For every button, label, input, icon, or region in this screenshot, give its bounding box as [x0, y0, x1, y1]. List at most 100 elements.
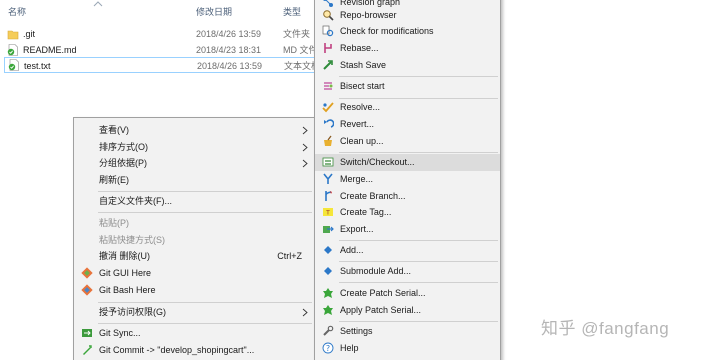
git-clean-file-icon: [7, 44, 18, 56]
menu-item-revert[interactable]: Revert...: [315, 116, 500, 133]
settings-icon: [323, 325, 334, 336]
menu-item-label: 授予访问权限(G): [99, 307, 166, 317]
menu-item-create-tag[interactable]: T Create Tag...: [315, 204, 500, 221]
git-commit-icon: [83, 345, 92, 355]
rebase-icon: [324, 43, 332, 53]
menu-item-label: Help: [340, 343, 359, 353]
menu-item-sort-by[interactable]: 排序方式(O): [74, 139, 314, 156]
menu-item-create-patch-serial[interactable]: Create Patch Serial...: [315, 285, 500, 302]
menu-separator: [98, 212, 312, 213]
menu-separator: [98, 191, 312, 192]
menu-item-grant-access[interactable]: 授予访问权限(G): [74, 304, 314, 321]
chevron-right-icon: [302, 308, 308, 317]
menu-item-help[interactable]: ? Help: [315, 340, 500, 357]
menu-item-label: Git GUI Here: [99, 268, 152, 278]
submodule-add-icon: [324, 267, 332, 275]
menu-item-git-sync[interactable]: Git Sync...: [74, 325, 314, 342]
menu-item-label: Apply Patch Serial...: [340, 305, 422, 315]
tortoisegit-submenu: Revision graph Repo-browser Check for mo…: [314, 0, 501, 360]
menu-item-resolve[interactable]: Resolve...: [315, 99, 500, 116]
menu-item-paste-shortcut[interactable]: 粘贴快捷方式(S): [74, 232, 314, 249]
column-header-type[interactable]: 类型: [283, 0, 301, 24]
menu-item-label: Clean up...: [340, 136, 384, 146]
file-name: README.md: [23, 45, 77, 55]
menu-item-label: Repo-browser: [340, 10, 397, 20]
merge-icon: [323, 173, 333, 184]
menu-item-customize-folder[interactable]: 自定义文件夹(F)...: [74, 193, 314, 210]
svg-text:?: ?: [326, 344, 330, 353]
menu-item-label: Rebase...: [340, 43, 379, 53]
export-icon: [323, 226, 334, 233]
menu-item-paste[interactable]: 粘贴(P): [74, 215, 314, 232]
menu-item-git-bash[interactable]: Git Bash Here: [74, 282, 314, 299]
svg-text:T: T: [325, 210, 330, 217]
menu-item-label: Git Commit -> "develop_shopingcart"...: [99, 345, 255, 355]
menu-item-label: Git Sync...: [99, 328, 141, 338]
stash-save-icon: [323, 60, 333, 70]
column-header-name[interactable]: 名称: [8, 0, 26, 24]
git-gui-icon: [81, 267, 93, 279]
menu-separator: [339, 152, 498, 153]
menu-item-label: Resolve...: [340, 102, 381, 112]
menu-item-label: Create Tag...: [340, 207, 392, 217]
create-branch-icon: [325, 191, 332, 201]
sort-ascending-icon: [93, 1, 103, 7]
menu-item-submodule-add[interactable]: Submodule Add...: [315, 263, 500, 280]
menu-item-stash-save[interactable]: Stash Save: [315, 57, 500, 74]
file-row-test-txt[interactable]: test.txt 2018/4/26 13:59 文本文档: [4, 57, 322, 73]
column-header-date[interactable]: 修改日期: [196, 0, 232, 24]
menu-item-add[interactable]: Add...: [315, 242, 500, 259]
bisect-icon: [324, 82, 333, 90]
menu-item-label: 分组依据(P): [99, 158, 147, 168]
switch-checkout-icon: [322, 157, 334, 167]
file-row-readme[interactable]: README.md 2018/4/23 18:31 MD 文件: [0, 42, 320, 58]
menu-item-switch-checkout[interactable]: Switch/Checkout...: [315, 154, 500, 171]
menu-item-export[interactable]: Export...: [315, 221, 500, 238]
menu-item-create-branch[interactable]: Create Branch...: [315, 188, 500, 205]
git-sync-icon: [82, 329, 92, 337]
clean-up-icon: [324, 135, 332, 146]
menu-item-apply-patch-serial[interactable]: Apply Patch Serial...: [315, 302, 500, 319]
create-tag-icon: T: [323, 208, 333, 217]
create-patch-icon: [323, 288, 333, 298]
menu-item-label: 撤消 删除(U): [99, 251, 150, 261]
menu-item-clean-up[interactable]: Clean up...: [315, 133, 500, 150]
git-clean-file-icon: [8, 59, 19, 71]
chevron-right-icon: [302, 143, 308, 152]
menu-item-label: Git Bash Here: [99, 285, 156, 295]
menu-item-label: Settings: [340, 326, 373, 336]
menu-item-label: Check for modifications: [340, 26, 434, 36]
menu-item-refresh[interactable]: 刷新(E): [74, 172, 314, 189]
menu-separator: [339, 282, 498, 283]
menu-item-group-by[interactable]: 分组依据(P): [74, 155, 314, 172]
explorer-context-menu: 查看(V) 排序方式(O) 分组依据(P) 刷新(E) 自定义文件夹(F)...…: [73, 117, 315, 360]
git-bash-icon: [81, 284, 93, 296]
menu-item-git-gui[interactable]: Git GUI Here: [74, 265, 314, 282]
menu-separator: [339, 321, 498, 322]
menu-item-merge[interactable]: Merge...: [315, 171, 500, 188]
menu-item-label: Bisect start: [340, 81, 385, 91]
chevron-right-icon: [302, 159, 308, 168]
file-name: test.txt: [24, 61, 51, 71]
menu-item-label: Create Branch...: [340, 191, 406, 201]
menu-item-label: Revert...: [340, 119, 375, 129]
menu-item-rebase[interactable]: Rebase...: [315, 40, 500, 57]
menu-item-view[interactable]: 查看(V): [74, 122, 314, 139]
menu-item-repo-browser[interactable]: Repo-browser: [315, 7, 500, 24]
menu-item-label: 刷新(E): [99, 175, 129, 185]
chevron-right-icon: [302, 126, 308, 135]
magnifier-icon: [323, 10, 334, 21]
menu-item-label: Add...: [340, 245, 364, 255]
menu-item-check-modifications[interactable]: Check for modifications: [315, 23, 500, 40]
menu-item-label: 自定义文件夹(F)...: [99, 196, 172, 206]
file-date: 2018/4/23 18:31: [196, 45, 262, 55]
file-row-git[interactable]: .git 2018/4/26 13:59 文件夹: [0, 26, 320, 42]
menu-item-undo-delete[interactable]: 撤消 删除(U) Ctrl+Z: [74, 248, 314, 265]
menu-item-git-commit[interactable]: Git Commit -> "develop_shopingcart"...: [74, 342, 314, 359]
menu-item-label: 粘贴(P): [99, 218, 129, 228]
menu-item-settings[interactable]: Settings: [315, 323, 500, 340]
revert-icon: [324, 119, 334, 128]
menu-item-label: Export...: [340, 224, 374, 234]
menu-item-label: Merge...: [340, 174, 374, 184]
menu-item-bisect-start[interactable]: Bisect start: [315, 78, 500, 95]
